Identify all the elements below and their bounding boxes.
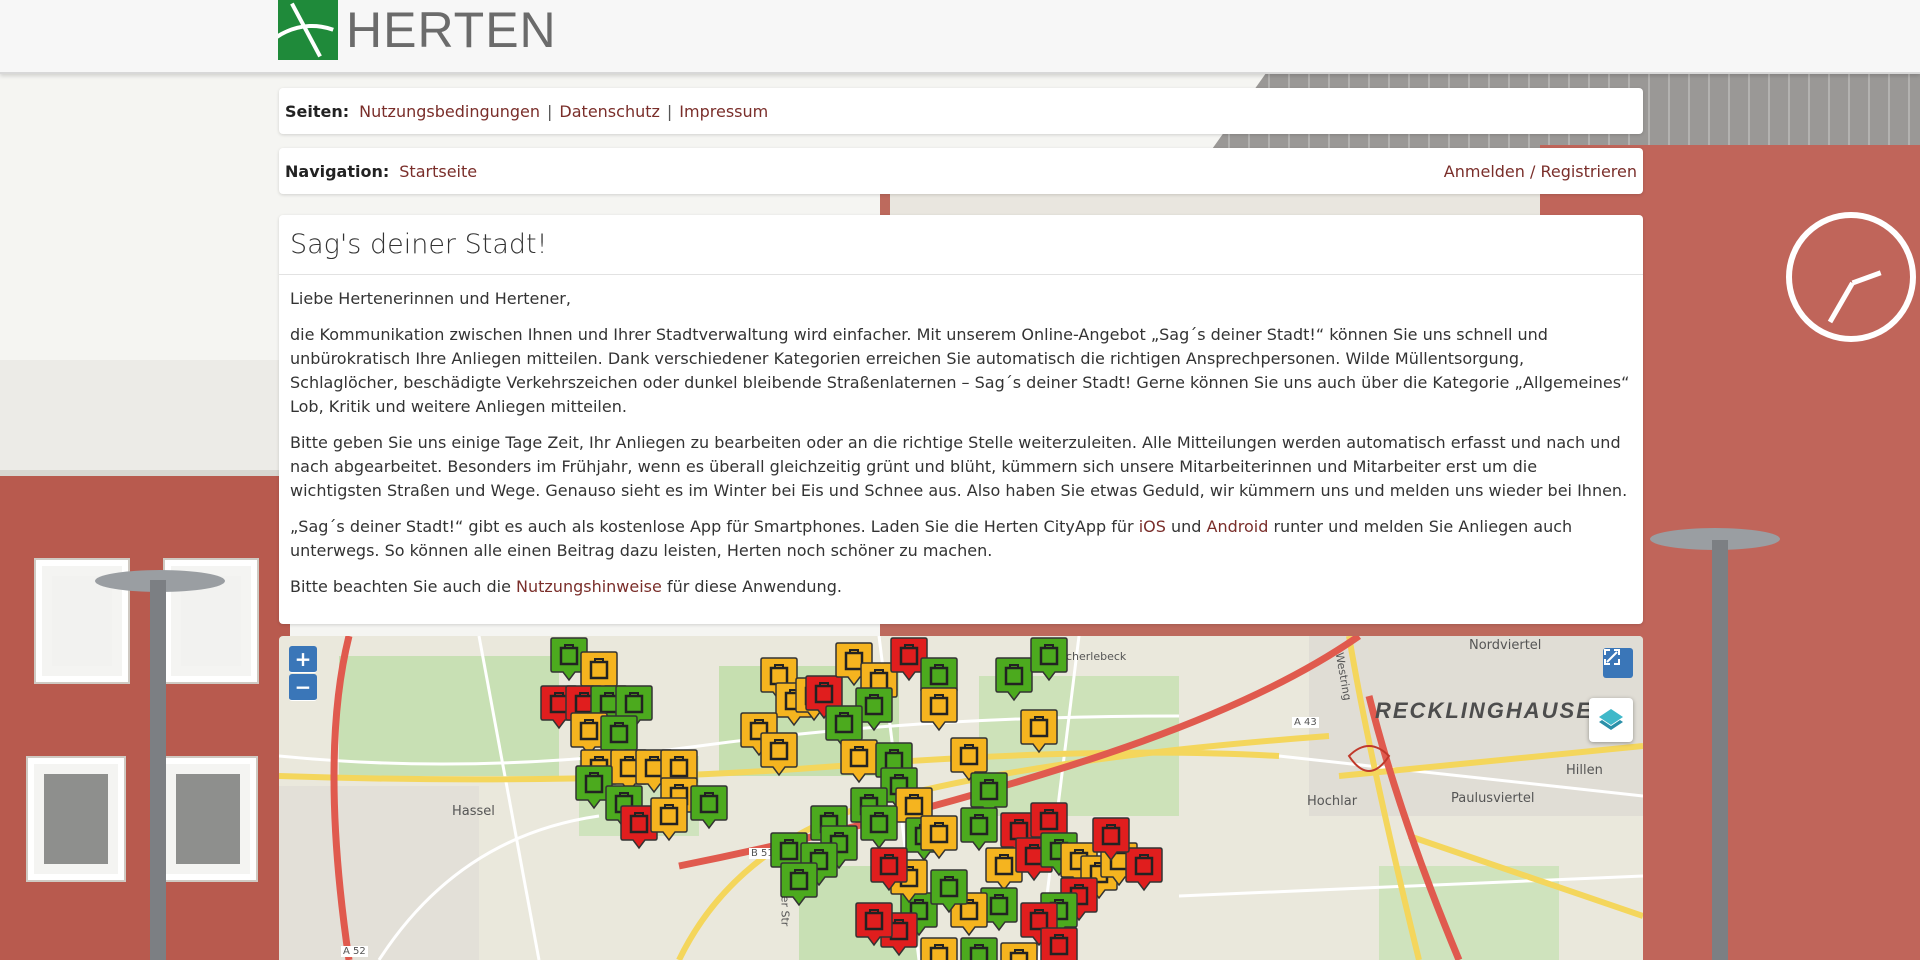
map-label-a43: A 43 (1292, 717, 1319, 728)
map-label-paulusviertel: Paulusviertel (1451, 791, 1535, 806)
issue-marker[interactable] (1039, 926, 1079, 960)
issue-marker[interactable] (919, 814, 959, 860)
map-label-a52: A 52 (341, 946, 368, 957)
android-link[interactable]: Android (1207, 517, 1269, 536)
issue-map[interactable]: RECKLINGHAUSEN Nordviertel Scherlebeck H… (279, 636, 1643, 960)
expand-icon (1604, 649, 1620, 665)
intro-panel: Sag's deiner Stadt! Liebe Hertenerinnen … (279, 215, 1643, 624)
pages-label: Seiten: (285, 101, 350, 121)
layer-switcher-button[interactable] (1589, 698, 1633, 742)
issue-marker[interactable] (929, 868, 969, 914)
terms-link[interactable]: Nutzungsbedingungen (359, 102, 540, 121)
map-label-nordviertel: Nordviertel (1469, 638, 1542, 653)
issue-marker[interactable] (759, 731, 799, 777)
issue-marker[interactable] (854, 901, 894, 947)
fullscreen-button[interactable] (1603, 648, 1633, 678)
intro-paragraph-2: Bitte geben Sie uns einige Tage Zeit, Ih… (290, 433, 1628, 500)
login-register-link[interactable]: Anmelden / Registrieren (1444, 162, 1637, 181)
intro-text: Liebe Hertenerinnen und Hertener, die Ko… (279, 275, 1643, 623)
map-label-hochlar: Hochlar (1307, 794, 1358, 809)
layers-icon (1599, 709, 1623, 730)
intro-paragraph-1: die Kommunikation zwischen Ihnen und Ihr… (290, 325, 1630, 416)
issue-marker[interactable] (959, 936, 999, 960)
issue-marker[interactable] (919, 936, 959, 960)
issue-marker[interactable] (999, 941, 1039, 960)
page-title: Sag's deiner Stadt! (279, 215, 1643, 275)
ios-link[interactable]: iOS (1139, 517, 1166, 536)
pages-bar: Seiten: Nutzungsbedingungen | Datenschut… (279, 88, 1643, 134)
map-label-hassel: Hassel (452, 804, 495, 819)
privacy-link[interactable]: Datenschutz (559, 102, 659, 121)
nav-bar: Navigation: Startseite Anmelden / Regist… (279, 148, 1643, 194)
intro-paragraph-3: „Sag´s deiner Stadt!“ gibt es auch als k… (290, 517, 1573, 560)
issue-marker[interactable] (1029, 636, 1069, 682)
issue-marker[interactable] (919, 686, 959, 732)
issue-marker[interactable] (1019, 708, 1059, 754)
herten-logo-icon (278, 0, 338, 60)
zoom-control: + − (289, 646, 317, 702)
imprint-link[interactable]: Impressum (679, 102, 768, 121)
map-label-hillen: Hillen (1566, 763, 1603, 778)
home-link[interactable]: Startseite (399, 162, 477, 181)
issue-marker[interactable] (1091, 816, 1131, 862)
zoom-in-button[interactable]: + (289, 646, 317, 673)
zoom-out-button[interactable]: − (289, 674, 317, 701)
issue-marker[interactable] (859, 804, 899, 850)
issue-marker[interactable] (649, 796, 689, 842)
issue-marker[interactable] (839, 738, 879, 784)
logo-text: HERTEN (346, 2, 557, 58)
separator: | (547, 101, 553, 121)
issue-marker[interactable] (869, 846, 909, 892)
separator: | (666, 101, 673, 121)
issue-marker[interactable] (779, 861, 819, 907)
issue-marker[interactable] (689, 784, 729, 830)
herten-logo[interactable]: HERTEN (278, 0, 557, 60)
clock-icon (1786, 212, 1916, 342)
site-header: HERTEN (0, 0, 1920, 74)
map-label-scherlebeck: Scherlebeck (1059, 650, 1127, 663)
greeting: Liebe Hertenerinnen und Hertener, (290, 289, 571, 308)
usage-notes-link[interactable]: Nutzungshinweise (516, 577, 662, 596)
map-label-recklinghausen: RECKLINGHAUSEN (1375, 698, 1611, 723)
issue-marker[interactable] (994, 656, 1034, 702)
navigation-label: Navigation: (285, 161, 390, 181)
intro-paragraph-4: Bitte beachten Sie auch die Nutzungshinw… (290, 577, 842, 596)
